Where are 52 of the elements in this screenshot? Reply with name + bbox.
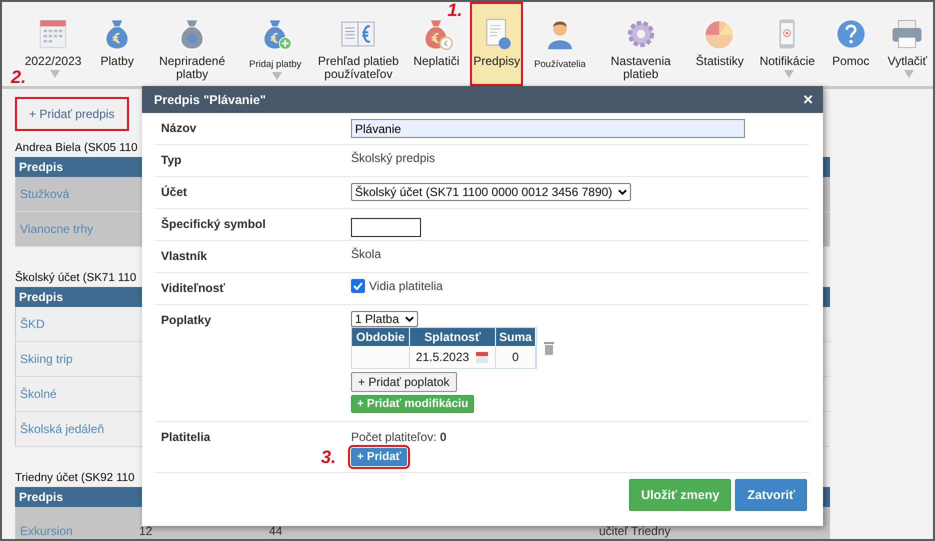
column-header: Obdobie bbox=[352, 328, 410, 346]
chevron-down-icon bbox=[405, 316, 414, 322]
toolbar-button[interactable]: Nastavenia platieb bbox=[596, 17, 685, 83]
table-cell: 0 bbox=[496, 346, 536, 368]
section-title: Andrea Biela (SK05 110 bbox=[15, 142, 138, 154]
field-label: Vlastník bbox=[161, 249, 208, 263]
caret-icon bbox=[904, 70, 914, 78]
table-cell-text: 44 bbox=[269, 524, 284, 538]
table-cell-text: učiteľ Triedny bbox=[599, 524, 672, 538]
column-header: Splatnosť bbox=[410, 328, 496, 346]
count-select[interactable]: 1 Platba bbox=[351, 311, 418, 327]
step-marker: 3. bbox=[321, 448, 336, 466]
toolbar-button[interactable]: Vytlačiť bbox=[882, 17, 933, 83]
toolbar-button[interactable]: Pridaj platby bbox=[244, 17, 306, 86]
toolbar-button[interactable]: Platby bbox=[94, 17, 140, 70]
toolbar-button[interactable]: Notifikácie bbox=[754, 17, 820, 83]
toolbar-button[interactable]: Nepriradené platby bbox=[148, 17, 236, 83]
calendar-icon[interactable] bbox=[475, 350, 490, 364]
caret-icon bbox=[784, 70, 794, 78]
payer-count: Počet platiteľov: 0 bbox=[351, 430, 447, 444]
close-button[interactable]: × bbox=[803, 91, 813, 108]
toolbar-button[interactable]: Predpisy bbox=[470, 2, 524, 86]
step-marker: 1. bbox=[447, 2, 462, 19]
field-label: Platitelia bbox=[161, 430, 210, 444]
close-button[interactable]: Zatvoriť bbox=[735, 479, 807, 511]
field-label: Účet bbox=[161, 185, 188, 199]
symbol-field[interactable] bbox=[351, 218, 421, 237]
checkbox[interactable] bbox=[351, 279, 365, 293]
toolbar-button[interactable]: Používatelia bbox=[531, 17, 589, 73]
toolbar-button[interactable]: Prehľad platieb používateľov bbox=[314, 17, 402, 83]
toolbar-button[interactable]: Pomoc bbox=[828, 17, 874, 70]
name-field[interactable]: Plávanie bbox=[351, 119, 745, 138]
field-label: Špecifický symbol bbox=[161, 217, 266, 231]
field-label: Poplatky bbox=[161, 313, 212, 327]
chevron-down-icon bbox=[618, 189, 628, 195]
add-payer-button[interactable]: + Pridať bbox=[351, 448, 408, 466]
column-header: Suma bbox=[496, 328, 536, 346]
trash-icon[interactable] bbox=[543, 341, 555, 355]
section-title: Školský účet (SK71 110 bbox=[15, 272, 136, 284]
field-label: Názov bbox=[161, 121, 196, 135]
account-select[interactable]: Školský účet (SK71 1100 0000 0012 3456 7890) bbox=[351, 183, 632, 201]
step-marker: 2. bbox=[11, 68, 26, 86]
toolbar-button[interactable]: Neplatiči bbox=[410, 17, 462, 70]
date-value: 21.5.2023 bbox=[416, 350, 470, 364]
add-fee-button[interactable]: + Pridať poplatok bbox=[351, 372, 457, 392]
section-title: Triedny účet (SK92 110 bbox=[15, 472, 135, 484]
field-value: Škola bbox=[351, 247, 382, 261]
dialog-title: Predpis "Plávanie" bbox=[154, 92, 266, 106]
caret-icon bbox=[50, 70, 60, 78]
add-button[interactable]: + Pridať predpis bbox=[15, 97, 129, 131]
toolbar-button[interactable]: Štatistiky bbox=[692, 17, 747, 70]
table-cell-text: 12 bbox=[139, 524, 154, 538]
